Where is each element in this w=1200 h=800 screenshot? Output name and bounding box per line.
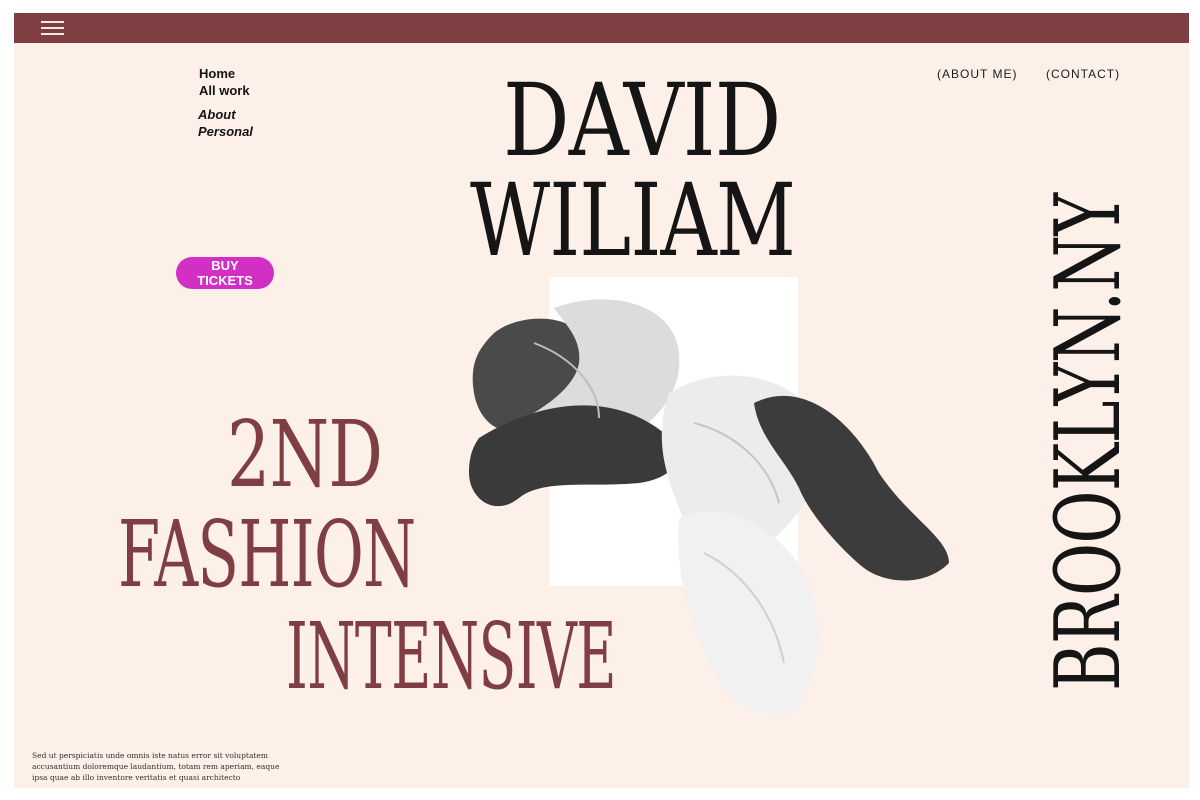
page-frame: Home All work About Personal (ABOUT ME) …: [14, 13, 1189, 788]
nav-item-personal[interactable]: Personal: [198, 124, 253, 139]
intro-paragraph: Sed ut perspiciatis unde omnis iste natu…: [32, 750, 280, 782]
buy-tickets-button[interactable]: BUY TICKETS: [176, 257, 274, 289]
event-title-line-2: FASHION: [118, 501, 416, 608]
hero-name-last: WILIAM: [470, 162, 796, 279]
event-title-line-1: 2ND: [227, 401, 383, 508]
nav-item-home[interactable]: Home: [199, 66, 235, 81]
top-bar: [14, 13, 1189, 43]
event-title-line-3: INTENSIVE: [286, 603, 616, 710]
hamburger-menu-icon[interactable]: [41, 21, 64, 35]
nav-item-all-work[interactable]: All work: [199, 83, 250, 98]
nav-item-about[interactable]: About: [198, 107, 236, 122]
location-vertical-text: BROOKLYN.NY: [1036, 193, 1141, 691]
hero-name-first: DAVID: [503, 62, 781, 179]
contact-link[interactable]: (CONTACT): [1046, 67, 1120, 81]
about-me-link[interactable]: (ABOUT ME): [937, 67, 1017, 81]
